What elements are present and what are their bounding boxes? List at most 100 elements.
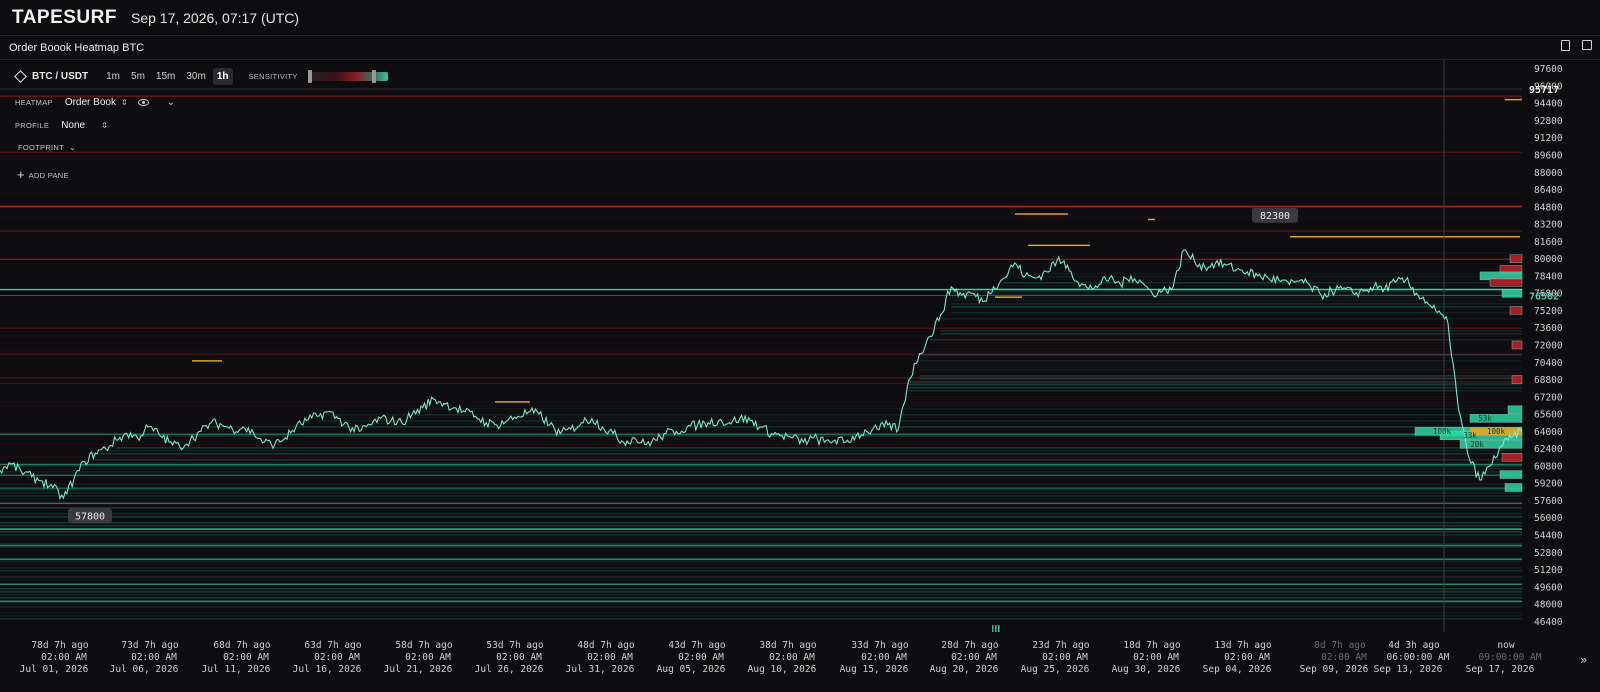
profile-select[interactable]: None: [61, 120, 85, 131]
x-axis-time-label: 02:00 AM: [41, 652, 87, 663]
x-axis-date-label: Jul 11, 2026: [202, 664, 271, 675]
app-logo[interactable]: TAPESURF: [12, 7, 117, 29]
chevron-down-icon[interactable]: ⌄: [167, 97, 175, 108]
x-axis-relative-label: 4d 3h ago: [1388, 640, 1440, 651]
x-axis-time-label: 02:00 AM: [405, 652, 451, 663]
profile-row: PROFILE None ⇕: [15, 120, 108, 131]
ask-wall-line: [0, 230, 1522, 232]
bid-liquidity-band: [0, 618, 1522, 620]
y-axis-tick-label: 59200: [1534, 479, 1563, 490]
x-axis-time-label: 02:00 AM: [861, 652, 907, 663]
ask-liquidity-band: [0, 486, 1522, 488]
timeframe-1h[interactable]: 1h: [212, 68, 233, 85]
y-axis-tick-label: 56000: [1534, 513, 1563, 524]
ask-liquidity-band: [0, 432, 1522, 433]
y-axis-tick-label: 65600: [1534, 410, 1563, 421]
chevron-down-icon[interactable]: ⌄: [69, 143, 76, 152]
heatmap-select[interactable]: Order Book: [65, 97, 116, 108]
scroll-right-icon[interactable]: »: [1580, 653, 1587, 667]
x-axis-time-label: 02:00 AM: [1224, 652, 1270, 663]
order-book-size-label: 100k: [1433, 427, 1452, 436]
x-axis-date-label: Aug 15, 2026: [840, 664, 909, 675]
accent-order-line: [495, 401, 530, 403]
y-axis-tick-label: 83200: [1534, 220, 1563, 231]
y-axis-tick-label: 81600: [1534, 237, 1563, 248]
bid-liquidity-band: [919, 360, 1522, 362]
order-book-bar: [1499, 470, 1523, 479]
profile-label: PROFILE: [15, 121, 50, 130]
bid-liquidity-band: [0, 531, 1522, 533]
bid-liquidity-band: [0, 549, 1522, 551]
y-axis-tick-label: 68800: [1534, 375, 1563, 386]
collapse-icon[interactable]: [1582, 40, 1592, 50]
ask-liquidity-band: [0, 444, 1522, 446]
bid-liquidity-band: [0, 579, 1522, 581]
timeframe-5m[interactable]: 5m: [127, 68, 149, 85]
sensitivity-slider[interactable]: [307, 70, 388, 83]
timeframe-15m[interactable]: 15m: [152, 68, 179, 85]
window-icon[interactable]: [1561, 40, 1570, 51]
sensitivity-max-handle[interactable]: [371, 70, 376, 83]
x-axis-time-label: 02:00 AM: [1321, 652, 1367, 663]
x-axis-relative-label: 68d 7h ago: [213, 640, 270, 651]
y-axis-tick-label: 94400: [1534, 99, 1563, 110]
x-axis-relative-label: now: [1497, 640, 1514, 651]
y-axis-tick-label: 86400: [1534, 185, 1563, 196]
y-axis-tick-label: 84800: [1534, 202, 1563, 213]
plus-icon: +: [17, 167, 25, 182]
bid-liquidity-band: [908, 390, 1522, 392]
x-axis-time-label: 02:00 AM: [769, 652, 815, 663]
bid-wall-line: [0, 502, 1522, 505]
x-axis-date-label: Aug 10, 2026: [748, 664, 817, 675]
x-axis-date-label: Jul 26, 2026: [475, 664, 544, 675]
bid-liquidity-band: [940, 330, 1522, 332]
ask-liquidity-band: [0, 477, 1522, 479]
y-axis-tick-label: 92800: [1534, 116, 1563, 127]
select-arrows-icon[interactable]: ⇕: [101, 121, 108, 130]
bid-wall-line: [0, 474, 1522, 476]
y-axis-tick-label: 97600: [1534, 64, 1563, 75]
x-axis-date-label: Sep 09, 2026: [1300, 664, 1369, 675]
bid-liquidity-band: [0, 615, 1522, 617]
sensitivity-label: SENSITIVITY: [248, 72, 298, 81]
footprint-row[interactable]: FOOTPRINT ⌄: [18, 143, 76, 152]
bid-wall-line: [0, 528, 1522, 530]
bid-liquidity-band: [0, 534, 1522, 536]
timeframe-30m[interactable]: 30m: [182, 68, 209, 85]
x-axis-time-label: 02:00 AM: [587, 652, 633, 663]
x-axis-date-label: Aug 25, 2026: [1021, 664, 1090, 675]
x-axis-relative-label: 18d 7h ago: [1123, 640, 1180, 651]
select-arrows-icon[interactable]: ⇕: [121, 98, 128, 107]
heatmap-chart-area[interactable]: 97600 96000 94400 92800 91200 89600 88000 86400…: [0, 60, 1600, 692]
high-price-label: 82300: [1260, 211, 1290, 222]
sensitivity-min-handle[interactable]: [307, 70, 312, 83]
pair-selector[interactable]: BTC / USDT: [14, 70, 88, 83]
bid-liquidity-band: [919, 375, 1522, 377]
bid-wall-line: [0, 544, 1522, 547]
accent-order-line: [1028, 244, 1090, 247]
y-axis-tick-label: 60800: [1534, 461, 1563, 472]
low-price-label: 57800: [75, 511, 105, 522]
bid-liquidity-band: [0, 543, 1522, 545]
bid-liquidity-band: [116, 447, 1522, 449]
bid-liquidity-band: [95, 459, 1522, 461]
x-axis-relative-label: 38d 7h ago: [759, 640, 816, 651]
bid-liquidity-band: [940, 333, 1522, 335]
heatmap-chart[interactable]: 9760096000944009280091200896008800086400…: [0, 60, 1600, 692]
bid-liquidity-band: [0, 555, 1522, 557]
bid-liquidity-band: [908, 381, 1522, 383]
x-axis-relative-label: 53d 7h ago: [486, 640, 543, 651]
timeframe-tabs: 1m 5m 15m 30m 1h: [102, 68, 233, 85]
order-book-bar: [1509, 254, 1523, 263]
bid-wall-line: [0, 558, 1522, 561]
y-axis-tick-label: 62400: [1534, 444, 1563, 455]
bid-liquidity-band: [0, 546, 1522, 548]
x-axis-date-label: Sep 04, 2026: [1203, 664, 1272, 675]
footprint-label[interactable]: FOOTPRINT: [18, 143, 64, 152]
bid-liquidity-band: [0, 567, 1522, 569]
timeframe-1m[interactable]: 1m: [102, 68, 124, 85]
eye-icon[interactable]: [137, 99, 149, 106]
x-axis-relative-label: 13d 7h ago: [1214, 640, 1271, 651]
add-pane-button[interactable]: + ADD PANE: [17, 167, 69, 182]
x-axis-time-label: 02:00 AM: [678, 652, 724, 663]
